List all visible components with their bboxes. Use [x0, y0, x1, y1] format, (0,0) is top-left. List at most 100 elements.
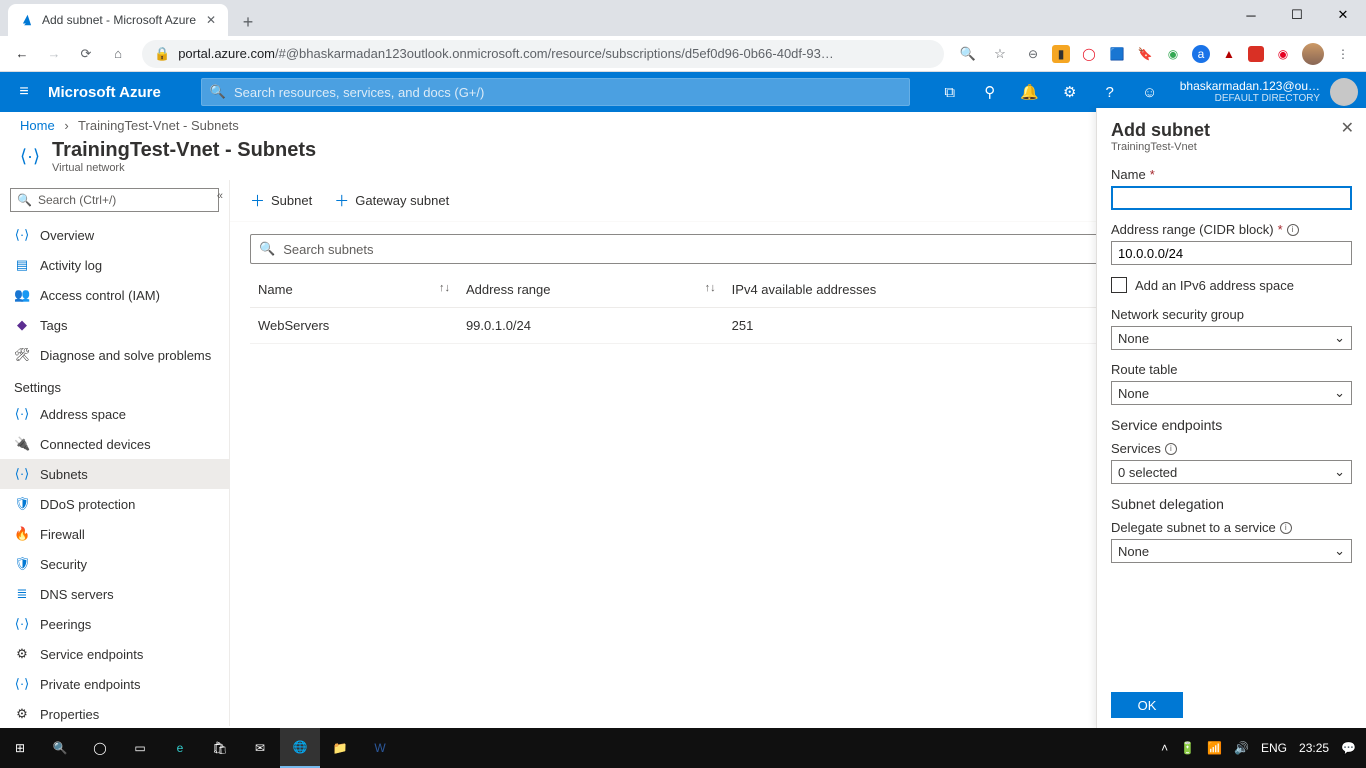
sidebar-item-activity-log[interactable]: ▤Activity log [0, 250, 229, 280]
close-panel-icon[interactable]: ✕ [1341, 118, 1354, 138]
col-name[interactable]: Name↑↓ [250, 272, 458, 308]
settings-icon[interactable]: ⚙ [1050, 72, 1090, 112]
clock[interactable]: 23:25 [1299, 741, 1329, 755]
sidebar-item-security[interactable]: 🛡 Security [0, 549, 229, 579]
sidebar-item-label: Security [40, 557, 87, 572]
route-select[interactable]: None⌄ [1111, 381, 1352, 405]
sidebar-item-access-control-iam-[interactable]: 👥Access control (IAM) [0, 280, 229, 310]
sidebar-item-connected-devices[interactable]: 🔌Connected devices [0, 429, 229, 459]
ext-icon[interactable]: ⊖ [1024, 45, 1042, 63]
start-button[interactable]: ⊞ [0, 728, 40, 768]
explorer-icon[interactable]: 📁 [320, 728, 360, 768]
hamburger-icon[interactable]: ≡ [0, 83, 48, 101]
sidebar-item-private-endpoints[interactable]: ⟨·⟩Private endpoints [0, 669, 229, 699]
sidebar-item-ddos-protection[interactable]: 🛡DDoS protection [0, 489, 229, 519]
breadcrumb-home[interactable]: Home [20, 118, 55, 133]
account-directory: DEFAULT DIRECTORY [1180, 93, 1320, 105]
word-icon[interactable]: W [360, 728, 400, 768]
page-title: TrainingTest-Vnet - Subnets [52, 139, 316, 162]
info-icon[interactable]: i [1287, 224, 1299, 236]
sidebar-item-overview[interactable]: ⟨·⟩Overview [0, 220, 229, 250]
sort-icon: ↑↓ [705, 282, 716, 294]
sidebar-item-subnets[interactable]: ⟨·⟩Subnets [0, 459, 229, 489]
task-view-icon[interactable]: ▭ [120, 728, 160, 768]
nsg-select[interactable]: None⌄ [1111, 326, 1352, 350]
new-tab-button[interactable]: + [234, 8, 262, 36]
ext-icon[interactable]: a [1192, 45, 1210, 63]
sidebar-item-firewall[interactable]: 🔥Firewall [0, 519, 229, 549]
ok-button[interactable]: OK [1111, 692, 1183, 718]
ext-icon[interactable] [1248, 46, 1264, 62]
close-window-button[interactable]: ✕ [1320, 0, 1366, 30]
taskbar-search-icon[interactable]: 🔍 [40, 728, 80, 768]
sidebar-item-properties[interactable]: ⚙Properties [0, 699, 229, 729]
zoom-icon[interactable]: 🔍 [954, 40, 982, 68]
cell-range: 99.0.1.0/24 [458, 308, 724, 344]
sidebar-item-peerings[interactable]: ⟨·⟩Peerings [0, 609, 229, 639]
ipv6-checkbox-row[interactable]: Add an IPv6 address space [1111, 277, 1352, 293]
profile-avatar[interactable] [1302, 43, 1324, 65]
notifications-icon[interactable]: 🔔 [1010, 72, 1050, 112]
cloud-shell-icon[interactable]: ⧉ [930, 72, 970, 112]
help-icon[interactable]: ? [1090, 72, 1130, 112]
address-bar[interactable]: 🔒 portal.azure.com/#@bhaskarmadan123outl… [142, 40, 944, 68]
ext-icon[interactable]: ▮ [1052, 45, 1070, 63]
chevron-down-icon: ⌄ [1334, 330, 1345, 346]
col-range[interactable]: Address range↑↓ [458, 272, 724, 308]
ext-icon[interactable]: 🔖 [1136, 45, 1154, 63]
ext-icon[interactable]: ◉ [1274, 45, 1292, 63]
sidebar-item-diagnose-and-solve-problems[interactable]: 🛠Diagnose and solve problems [0, 340, 229, 370]
avatar[interactable] [1330, 78, 1358, 106]
back-button[interactable]: ← [8, 40, 36, 68]
volume-icon[interactable]: 🔊 [1234, 741, 1249, 755]
sidebar-search-input[interactable]: 🔍 Search (Ctrl+/) [10, 188, 219, 212]
col-ipv4[interactable]: IPv4 available addresses↑↓ [724, 272, 1133, 308]
info-icon[interactable]: i [1280, 522, 1292, 534]
add-gateway-subnet-button[interactable]: ＋ Gateway subnet [334, 190, 449, 211]
cortana-icon[interactable]: ◯ [80, 728, 120, 768]
browser-toolbar: ← → ⟳ ⌂ 🔒 portal.azure.com/#@bhaskarmada… [0, 36, 1366, 72]
mail-icon[interactable]: ✉ [240, 728, 280, 768]
ext-icon[interactable]: ◉ [1164, 45, 1182, 63]
store-icon[interactable]: 🛍 [200, 728, 240, 768]
ext-icon[interactable]: ◯ [1080, 45, 1098, 63]
star-icon[interactable]: ☆ [986, 40, 1014, 68]
collapse-sidebar-icon[interactable]: « [217, 190, 223, 202]
subnet-name-input[interactable] [1111, 186, 1352, 210]
services-select[interactable]: 0 selected⌄ [1111, 460, 1352, 484]
wifi-icon[interactable]: 📶 [1207, 741, 1222, 755]
sidebar-item-icon: 🛡 [14, 556, 30, 572]
sidebar-item-address-space[interactable]: ⟨·⟩Address space [0, 399, 229, 429]
minimize-button[interactable]: ─ [1228, 0, 1274, 30]
sidebar-search-placeholder: Search (Ctrl+/) [38, 193, 116, 207]
cidr-input[interactable] [1111, 241, 1352, 265]
account-info[interactable]: bhaskarmadan.123@ou… DEFAULT DIRECTORY [1170, 79, 1330, 105]
sidebar-item-dns-servers[interactable]: ≣DNS servers [0, 579, 229, 609]
sidebar-item-label: Private endpoints [40, 677, 140, 692]
checkbox-icon[interactable] [1111, 277, 1127, 293]
sidebar-item-tags[interactable]: ◆Tags [0, 310, 229, 340]
tray-chevron-icon[interactable]: ˄ [1161, 741, 1168, 755]
forward-button[interactable]: → [40, 40, 68, 68]
chrome-icon[interactable]: 🌐 [280, 728, 320, 768]
ext-icon[interactable]: 🟦 [1108, 45, 1126, 63]
feedback-icon[interactable]: ☺ [1130, 72, 1170, 112]
info-icon[interactable]: i [1165, 443, 1177, 455]
delegate-select[interactable]: None⌄ [1111, 539, 1352, 563]
maximize-button[interactable]: ☐ [1274, 0, 1320, 30]
browser-tab-active[interactable]: Add subnet - Microsoft Azure ✕ [8, 4, 228, 36]
azure-search-input[interactable]: 🔍 Search resources, services, and docs (… [201, 78, 910, 106]
action-center-icon[interactable]: 💬 [1341, 741, 1356, 755]
home-button[interactable]: ⌂ [104, 40, 132, 68]
filter-icon[interactable]: ⚲ [970, 72, 1010, 112]
add-subnet-button[interactable]: ＋ Subnet [250, 190, 312, 211]
battery-icon[interactable]: 🔋 [1180, 741, 1195, 755]
edge-icon[interactable]: e [160, 728, 200, 768]
azure-logo[interactable]: Microsoft Azure [48, 84, 201, 101]
close-icon[interactable]: ✕ [206, 13, 216, 27]
reload-button[interactable]: ⟳ [72, 40, 100, 68]
chrome-menu-icon[interactable]: ⋮ [1334, 45, 1352, 63]
ext-icon[interactable]: ▲ [1220, 45, 1238, 63]
language-indicator[interactable]: ENG [1261, 741, 1287, 755]
sidebar-item-service-endpoints[interactable]: ⚙Service endpoints [0, 639, 229, 669]
